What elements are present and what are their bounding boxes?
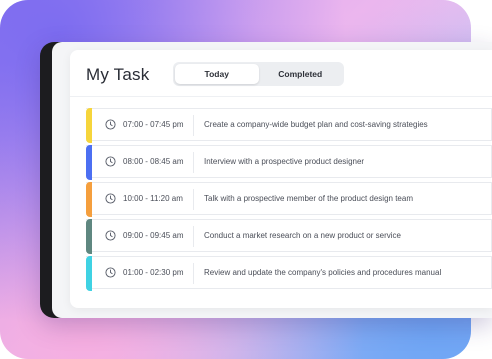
header-divider [70, 96, 492, 97]
clock-icon [105, 119, 116, 130]
task-description: Create a company-wide budget plan and co… [204, 120, 428, 129]
clock-icon [105, 156, 116, 167]
page-title: My Task [86, 65, 150, 84]
task-list: 07:00 - 07:45 pm Create a company-wide b… [86, 108, 492, 293]
task-description: Conduct a market research on a new produ… [204, 231, 401, 240]
task-time: 09:00 - 09:45 am [123, 231, 184, 240]
tab-completed[interactable]: Completed [259, 64, 343, 84]
task-color-accent [86, 145, 92, 180]
task-description: Talk with a prospective member of the pr… [204, 194, 413, 203]
task-separator [193, 189, 194, 210]
tab-today[interactable]: Today [175, 64, 259, 84]
task-separator [193, 152, 194, 173]
tab-switcher: Today Completed [173, 62, 344, 86]
task-row[interactable]: 07:00 - 07:45 pm Create a company-wide b… [86, 108, 492, 143]
task-time: 01:00 - 02:30 pm [123, 268, 184, 277]
task-time: 08:00 - 08:45 am [123, 157, 184, 166]
clock-icon [105, 193, 116, 204]
task-time: 07:00 - 07:45 pm [123, 120, 184, 129]
task-color-accent [86, 219, 92, 254]
clock-icon [105, 230, 116, 241]
task-separator [193, 115, 194, 136]
task-color-accent [86, 256, 92, 291]
task-color-accent [86, 182, 92, 217]
clock-icon [105, 267, 116, 278]
task-separator [193, 226, 194, 247]
task-time: 10:00 - 11:20 am [123, 194, 183, 203]
task-description: Review and update the company's policies… [204, 268, 442, 277]
task-description: Interview with a prospective product des… [204, 157, 365, 166]
task-separator [193, 263, 194, 284]
task-row[interactable]: 10:00 - 11:20 am Talk with a prospective… [86, 182, 492, 217]
task-row[interactable]: 09:00 - 09:45 am Conduct a market resear… [86, 219, 492, 254]
task-row[interactable]: 08:00 - 08:45 am Interview with a prospe… [86, 145, 492, 180]
task-color-accent [86, 108, 92, 143]
task-row[interactable]: 01:00 - 02:30 pm Review and update the c… [86, 256, 492, 291]
